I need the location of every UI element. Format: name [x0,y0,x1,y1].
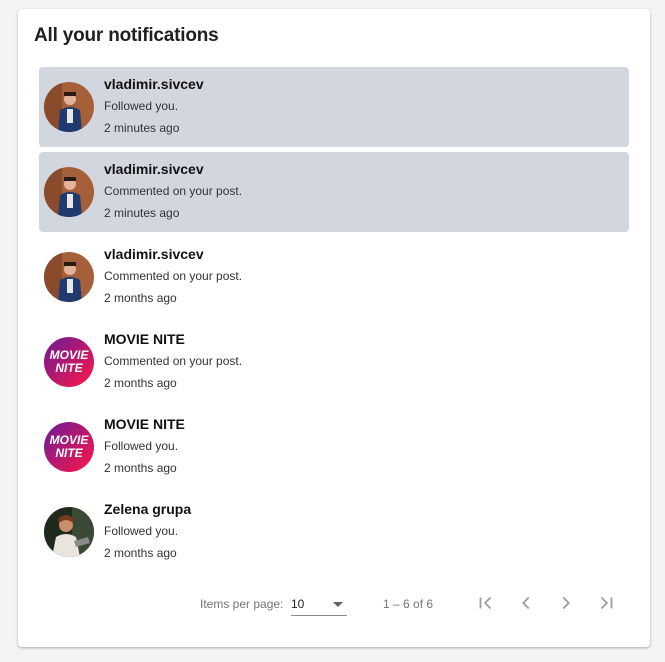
paginator: Items per page: 10 1 – 6 of 6 [18,591,650,627]
svg-text:NITE: NITE [55,446,83,460]
notification-time: 2 months ago [104,546,177,560]
notification-item[interactable]: MOVIE NITE MOVIE NITE Followed you. 2 mo… [39,407,629,487]
notification-user[interactable]: MOVIE NITE [104,415,185,433]
avatar[interactable] [44,167,94,217]
notification-user[interactable]: vladimir.sivcev [104,245,242,263]
previous-page-button[interactable] [510,587,542,619]
notification-message: Commented on your post. [104,354,243,368]
notifications-card: All your notifications vladimir.sivcev F… [18,9,650,647]
notification-message: Commented on your post. [104,184,243,198]
notification-item[interactable]: vladimir.sivcev Commented on your post. … [39,152,629,232]
notification-list: vladimir.sivcev Followed you. 2 minutes … [39,67,629,577]
svg-text:NITE: NITE [55,361,83,375]
chevron-left-icon [521,596,530,610]
notification-time: 2 minutes ago [104,121,180,135]
next-page-button[interactable] [550,587,582,619]
avatar[interactable] [44,82,94,132]
last-page-icon [600,596,613,610]
notification-item[interactable]: Zelena grupa Followed you. 2 months ago [39,492,629,572]
avatar[interactable]: MOVIE NITE [44,422,94,472]
notification-item[interactable]: vladimir.sivcev Followed you. 2 minutes … [39,67,629,147]
svg-text:MOVIE: MOVIE [50,433,90,447]
notification-user[interactable]: MOVIE NITE [104,330,242,348]
notification-message: Followed you. [104,524,179,538]
chevron-right-icon [562,596,571,610]
items-per-page-select[interactable]: 10 [291,591,347,616]
notification-item[interactable]: vladimir.sivcev Commented on your post. … [39,237,629,317]
notification-user[interactable]: vladimir.sivcev [104,160,242,178]
notification-time: 2 months ago [104,291,177,305]
notification-message: Commented on your post. [104,269,243,283]
notification-item[interactable]: MOVIE NITE MOVIE NITE Commented on your … [39,322,629,402]
avatar[interactable] [44,252,94,302]
dropdown-arrow-icon [333,602,343,607]
last-page-button[interactable] [590,587,622,619]
items-per-page-label: Items per page: [200,597,284,611]
notification-time: 2 months ago [104,461,177,475]
avatar[interactable]: MOVIE NITE [44,337,94,387]
page-title: All your notifications [34,25,219,46]
range-label: 1 – 6 of 6 [383,597,434,611]
svg-text:MOVIE: MOVIE [50,348,90,362]
notification-time: 2 months ago [104,376,177,390]
notification-user[interactable]: vladimir.sivcev [104,75,204,93]
avatar[interactable] [44,507,94,557]
notification-user[interactable]: Zelena grupa [104,500,191,518]
first-page-icon [479,596,492,610]
items-per-page-value: 10 [291,597,305,611]
notification-message: Followed you. [104,439,179,453]
notification-time: 2 minutes ago [104,206,180,220]
first-page-button[interactable] [470,587,502,619]
notification-message: Followed you. [104,99,179,113]
